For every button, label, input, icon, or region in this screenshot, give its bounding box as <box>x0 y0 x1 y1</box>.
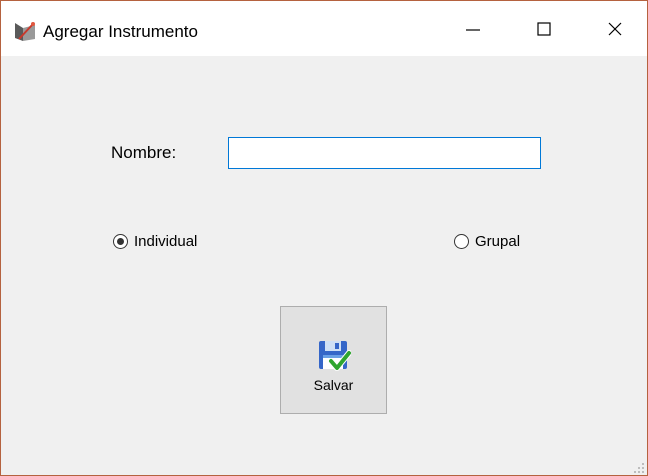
maximize-button[interactable] <box>512 1 576 56</box>
radio-individual-label: Individual <box>134 233 198 250</box>
radio-selected-dot <box>117 238 124 245</box>
radio-grupal-circle[interactable] <box>454 234 469 249</box>
radio-grupal-label: Grupal <box>475 233 521 250</box>
nombre-input[interactable] <box>228 137 541 169</box>
minimize-icon <box>466 22 480 36</box>
title-bar[interactable]: Agregar Instrumento <box>1 1 647 56</box>
form-content: Nombre: Individual Grupal Salvar <box>1 56 647 475</box>
save-button-label: Salvar <box>313 377 354 393</box>
app-icon <box>13 21 37 43</box>
maximize-icon <box>537 21 551 36</box>
agregar-instrumento-window: Agregar Instrumento Nombre: Individual G… <box>0 0 648 476</box>
minimize-button[interactable] <box>441 1 505 56</box>
resize-grip[interactable] <box>633 461 645 473</box>
close-button[interactable] <box>583 1 647 56</box>
nombre-label: Nombre: <box>111 143 177 162</box>
radio-grupal[interactable]: Grupal <box>454 233 520 250</box>
close-icon <box>608 22 622 36</box>
radio-individual[interactable]: Individual <box>113 233 197 250</box>
radio-individual-circle[interactable] <box>113 234 128 249</box>
save-button[interactable]: Salvar <box>280 306 387 414</box>
window-title: Agregar Instrumento <box>43 22 198 41</box>
save-disk-check-icon <box>317 339 352 373</box>
